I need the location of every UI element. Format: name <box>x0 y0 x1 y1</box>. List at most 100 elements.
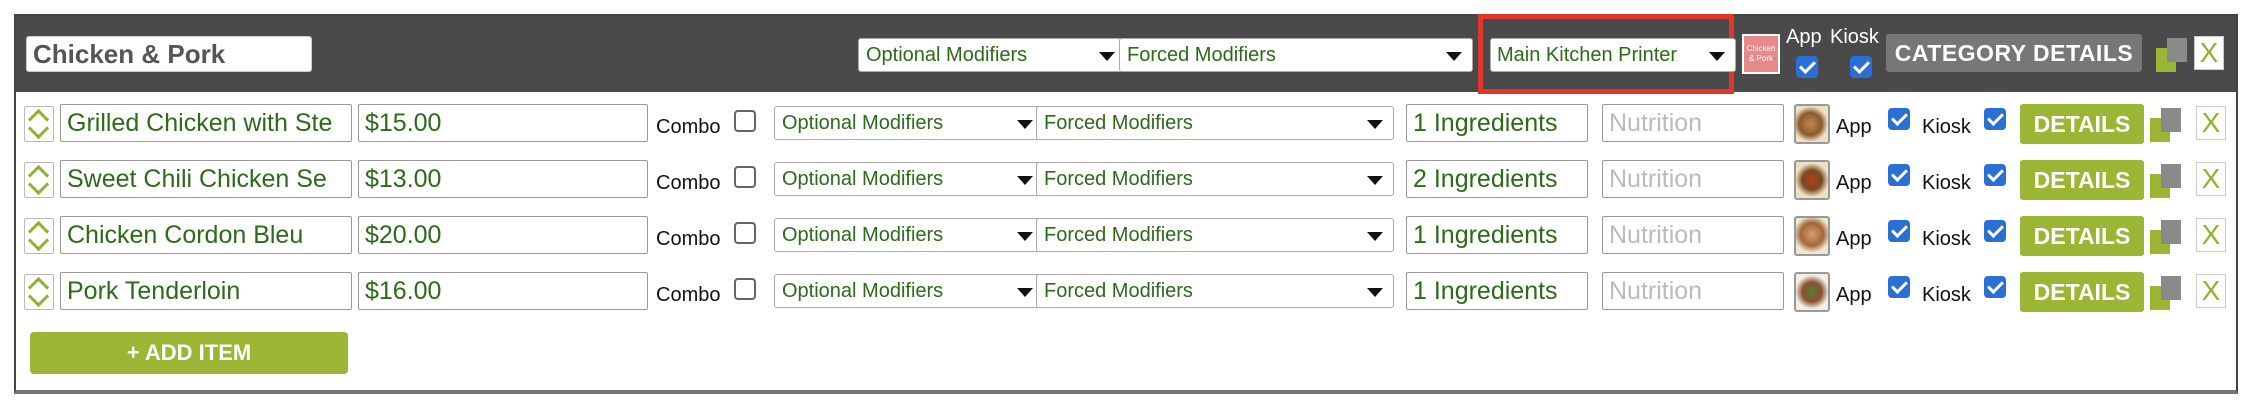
item-kiosk-checkbox[interactable] <box>1984 108 2006 130</box>
category-details-button[interactable]: CATEGORY DETAILS <box>1886 34 2142 72</box>
item-app-checkbox[interactable] <box>1888 220 1910 242</box>
ingredients-button[interactable]: 1 Ingredients <box>1406 104 1588 142</box>
ingredients-button[interactable]: 2 Ingredients <box>1406 160 1588 198</box>
item-image-thumb[interactable] <box>1794 272 1830 312</box>
item-name-input[interactable]: Pork Tenderloin <box>60 272 352 310</box>
category-header: Chicken & Pork Optional Modifiers Forced… <box>16 14 2236 94</box>
select-value: Forced Modifiers <box>1044 280 1193 302</box>
combo-label: Combo <box>656 228 721 250</box>
nutrition-input[interactable]: Nutrition <box>1602 216 1784 254</box>
item-forced-modifiers-select[interactable]: Forced Modifiers <box>1036 162 1394 196</box>
category-optional-modifiers-select[interactable]: Optional Modifiers <box>858 38 1126 72</box>
copy-icon[interactable] <box>2150 220 2182 254</box>
item-forced-modifiers-select[interactable]: Forced Modifiers <box>1036 274 1394 308</box>
item-details-button[interactable]: DETAILS <box>2020 216 2144 256</box>
item-app-checkbox[interactable] <box>1888 164 1910 186</box>
chevron-down-icon <box>1367 288 1383 297</box>
copy-icon-back <box>2167 38 2187 62</box>
sort-handle-icon[interactable] <box>24 162 54 198</box>
item-optional-modifiers-select[interactable]: Optional Modifiers <box>774 162 1044 196</box>
item-details-button[interactable]: DETAILS <box>2020 104 2144 144</box>
item-details-button[interactable]: DETAILS <box>2020 160 2144 200</box>
item-price-input[interactable]: $15.00 <box>358 104 648 142</box>
item-details-button[interactable]: DETAILS <box>2020 272 2144 312</box>
item-forced-modifiers-select[interactable]: Forced Modifiers <box>1036 106 1394 140</box>
item-name-input[interactable]: Sweet Chili Chicken Se <box>60 160 352 198</box>
nutrition-input[interactable]: Nutrition <box>1602 160 1784 198</box>
chevron-down-icon <box>1367 120 1383 129</box>
add-item-button[interactable]: + ADD ITEM <box>30 332 348 374</box>
copy-icon[interactable] <box>2156 38 2188 72</box>
item-name-input[interactable]: Grilled Chicken with Ste <box>60 104 352 142</box>
item-kiosk-label: Kiosk <box>1922 172 1971 194</box>
combo-label: Combo <box>656 284 721 306</box>
select-value: Optional Modifiers <box>782 168 944 190</box>
item-name-input[interactable]: Chicken Cordon Bleu <box>60 216 352 254</box>
chevron-down-icon <box>1446 52 1462 61</box>
item-image-thumb[interactable] <box>1794 104 1830 144</box>
item-price-input[interactable]: $16.00 <box>358 272 648 310</box>
nutrition-input[interactable]: Nutrition <box>1602 104 1784 142</box>
category-image-thumb[interactable]: Chicken & Pork <box>1742 34 1780 74</box>
select-value: Optional Modifiers <box>782 280 944 302</box>
item-app-label: App <box>1836 228 1872 250</box>
sort-handle-icon[interactable] <box>24 274 54 310</box>
item-app-checkbox[interactable] <box>1888 276 1910 298</box>
sort-handle-icon[interactable] <box>24 218 54 254</box>
ingredients-button[interactable]: 1 Ingredients <box>1406 272 1588 310</box>
item-kiosk-label: Kiosk <box>1922 116 1971 138</box>
ingredients-button[interactable]: 1 Ingredients <box>1406 216 1588 254</box>
item-kiosk-checkbox[interactable] <box>1984 164 2006 186</box>
copy-icon[interactable] <box>2150 108 2182 142</box>
category-panel: Chicken & Pork Optional Modifiers Forced… <box>14 14 2238 394</box>
select-value: Forced Modifiers <box>1127 44 1276 66</box>
category-app-checkbox[interactable] <box>1796 56 1818 78</box>
select-value: Forced Modifiers <box>1044 168 1193 190</box>
delete-item-button[interactable]: X <box>2196 106 2226 140</box>
select-value: Forced Modifiers <box>1044 112 1193 134</box>
combo-label: Combo <box>656 172 721 194</box>
category-kiosk-checkbox[interactable] <box>1850 56 1872 78</box>
item-kiosk-checkbox[interactable] <box>1984 220 2006 242</box>
chevron-down-icon <box>1017 232 1033 241</box>
chevron-down-icon <box>1709 52 1725 61</box>
chevron-down-icon <box>1099 52 1115 61</box>
item-image-thumb[interactable] <box>1794 160 1830 200</box>
category-printer-select[interactable]: Main Kitchen Printer <box>1490 38 1736 72</box>
delete-item-button[interactable]: X <box>2196 274 2226 308</box>
combo-checkbox[interactable] <box>734 166 756 188</box>
delete-category-button[interactable]: X <box>2194 36 2224 70</box>
item-row: Grilled Chicken with Ste $15.00 Combo Op… <box>16 96 2236 152</box>
delete-item-button[interactable]: X <box>2196 162 2226 196</box>
item-optional-modifiers-select[interactable]: Optional Modifiers <box>774 218 1044 252</box>
nutrition-input[interactable]: Nutrition <box>1602 272 1784 310</box>
item-row: Chicken Cordon Bleu $20.00 Combo Optiona… <box>16 208 2236 264</box>
item-kiosk-label: Kiosk <box>1922 228 1971 250</box>
select-value: Main Kitchen Printer <box>1497 44 1678 66</box>
sort-handle-icon[interactable] <box>24 106 54 142</box>
item-optional-modifiers-select[interactable]: Optional Modifiers <box>774 274 1044 308</box>
item-price-input[interactable]: $20.00 <box>358 216 648 254</box>
category-forced-modifiers-select[interactable]: Forced Modifiers <box>1119 38 1473 72</box>
item-row: Sweet Chili Chicken Se $13.00 Combo Opti… <box>16 152 2236 208</box>
category-name-input[interactable]: Chicken & Pork <box>26 36 312 72</box>
category-kiosk-label: Kiosk <box>1830 26 1879 48</box>
combo-checkbox[interactable] <box>734 278 756 300</box>
item-image-thumb[interactable] <box>1794 216 1830 256</box>
item-row: Pork Tenderloin $16.00 Combo Optional Mo… <box>16 264 2236 320</box>
copy-icon-back <box>2161 220 2181 244</box>
combo-checkbox[interactable] <box>734 222 756 244</box>
chevron-down-icon <box>1017 288 1033 297</box>
combo-checkbox[interactable] <box>734 110 756 132</box>
item-app-checkbox[interactable] <box>1888 108 1910 130</box>
item-forced-modifiers-select[interactable]: Forced Modifiers <box>1036 218 1394 252</box>
select-value: Optional Modifiers <box>782 224 944 246</box>
copy-icon[interactable] <box>2150 276 2182 310</box>
copy-icon[interactable] <box>2150 164 2182 198</box>
combo-label: Combo <box>656 116 721 138</box>
item-price-input[interactable]: $13.00 <box>358 160 648 198</box>
delete-item-button[interactable]: X <box>2196 218 2226 252</box>
copy-icon-back <box>2161 164 2181 188</box>
item-optional-modifiers-select[interactable]: Optional Modifiers <box>774 106 1044 140</box>
item-kiosk-checkbox[interactable] <box>1984 276 2006 298</box>
